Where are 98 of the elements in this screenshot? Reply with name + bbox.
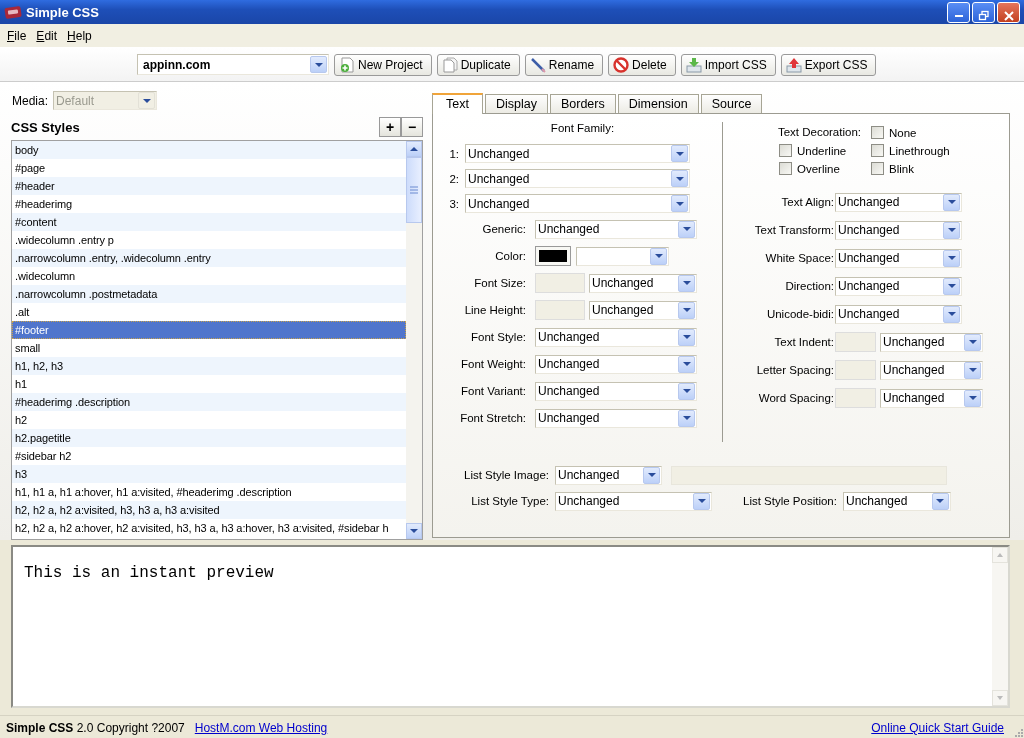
toolbar-button[interactable]: Import CSS (680, 53, 776, 76)
checkbox[interactable]: Blink (871, 162, 961, 175)
dropdown[interactable]: Unchanged (589, 273, 697, 293)
menu-item[interactable]: File (2, 28, 32, 43)
dropdown[interactable]: Unchanged (535, 327, 697, 347)
checkbox[interactable]: Linethrough (871, 144, 961, 157)
field-label: Text Align: (780, 196, 835, 208)
dropdown[interactable]: Unchanged (535, 354, 697, 374)
field-label: Generic: (481, 223, 527, 235)
number-field[interactable] (835, 388, 876, 408)
dropdown[interactable]: Unchanged (589, 300, 697, 320)
dropdown[interactable]: Unchanged (535, 408, 697, 428)
field-label: Direction: (784, 280, 835, 292)
field-label: Line Height: (463, 304, 527, 316)
dropdown[interactable]: Unchanged (835, 248, 962, 268)
field-label: Word Spacing: (757, 392, 835, 404)
tab[interactable]: Borders (549, 94, 616, 113)
field-label: Font Style: (470, 331, 527, 343)
dropdown[interactable]: Unchanged (835, 192, 962, 212)
field-label: Letter Spacing: (755, 364, 835, 376)
dropdown[interactable]: Unchanged (555, 491, 712, 511)
field-label: Unicode-bidi: (765, 308, 835, 320)
dropdown[interactable]: Unchanged (535, 381, 697, 401)
tab[interactable]: Display (484, 94, 548, 113)
menu-item[interactable]: Help (62, 28, 97, 43)
dropdown[interactable]: Unchanged (880, 360, 983, 380)
minimize-button[interactable] (947, 1, 970, 23)
dropdown[interactable]: Unchanged (880, 332, 983, 352)
field-label: List Style Position: (743, 495, 837, 507)
group-label: Font Family: (549, 122, 616, 136)
field-label: Text Decoration: (776, 126, 862, 139)
link[interactable]: Online Quick Start Guide (871, 721, 1004, 735)
window-title: Simple CSS (26, 4, 100, 20)
minimize-icon (954, 15, 963, 17)
field-label: Font Variant: (460, 385, 527, 397)
toolbar-button[interactable]: Rename (524, 53, 604, 76)
field-label: Text Transform: (753, 224, 835, 236)
number-field[interactable] (835, 332, 876, 352)
scrollbar[interactable] (406, 140, 422, 539)
tray-arrow-up-icon (785, 56, 802, 73)
dropdown[interactable]: Unchanged (465, 194, 690, 213)
close-icon (1002, 10, 1015, 22)
toolbar-button[interactable]: Duplicate (436, 53, 520, 76)
tab[interactable]: Text (432, 93, 483, 114)
close-button[interactable] (997, 1, 1020, 23)
toolbar-button[interactable]: Delete (608, 53, 676, 76)
preview-text: This is an instant preview (23, 563, 275, 584)
dropdown[interactable]: Unchanged (535, 219, 697, 239)
about-text: Simple CSS 2.0 Copyright ?2007 (6, 721, 185, 735)
app-logo-icon (4, 5, 22, 19)
link[interactable]: HostM.com Web Hosting (194, 721, 328, 735)
field-label: List Style Type: (470, 495, 550, 507)
dropdown[interactable]: Unchanged (465, 144, 690, 163)
dropdown[interactable]: Unchanged (880, 388, 983, 408)
number-field[interactable] (535, 300, 585, 320)
scrollbar[interactable] (992, 547, 1008, 706)
dropdown[interactable]: Unchanged (465, 169, 690, 188)
restore-icon (977, 10, 990, 22)
restore-button[interactable] (972, 1, 995, 23)
list-item[interactable]: body (12, 140, 406, 159)
add-button[interactable]: + (379, 117, 401, 138)
section-title: CSS Styles (11, 119, 80, 135)
dropdown[interactable]: appinn.com (137, 54, 329, 75)
resize-grip-icon (1014, 728, 1024, 738)
field-label: List Style Image: (463, 469, 550, 481)
field-label: 3: (448, 197, 460, 210)
number-field[interactable] (535, 273, 585, 293)
toolbar-button[interactable]: Export CSS (780, 53, 877, 76)
grip-icon (409, 185, 419, 194)
tab[interactable]: Source (700, 94, 763, 113)
dropdown[interactable]: Unchanged (835, 220, 962, 240)
number-field[interactable] (835, 360, 876, 380)
dropdown[interactable] (576, 246, 669, 266)
field-label: Font Weight: (460, 358, 527, 370)
field-label: 1: (448, 147, 460, 160)
remove-button[interactable]: − (401, 117, 423, 138)
pencil-icon (529, 56, 546, 73)
dropdown[interactable]: Unchanged (835, 276, 962, 296)
dropdown[interactable]: Unchanged (835, 304, 962, 324)
media-label: Media: (12, 93, 49, 108)
field-label: White Space: (764, 252, 835, 264)
tray-arrow-down-icon (685, 56, 702, 73)
field-label: Font Stretch: (459, 412, 527, 424)
checkbox[interactable]: None (871, 126, 961, 139)
toolbar-button[interactable]: New Project (334, 53, 432, 76)
tab[interactable]: Dimension (617, 94, 699, 113)
pages-icon (441, 56, 458, 73)
field-label: Text Indent: (773, 336, 835, 348)
field-label: Font Size: (473, 277, 527, 289)
no-sign-icon (613, 56, 630, 73)
field-label: 2: (448, 172, 460, 185)
menu-item[interactable]: Edit (31, 28, 63, 43)
dropdown[interactable]: Unchanged (555, 465, 662, 485)
checkbox[interactable]: Overline (779, 162, 871, 175)
field-label: Color: (494, 250, 527, 262)
dropdown[interactable]: Unchanged (842, 491, 951, 511)
checkbox[interactable]: Underline (779, 144, 871, 157)
page-plus-icon (339, 56, 355, 73)
